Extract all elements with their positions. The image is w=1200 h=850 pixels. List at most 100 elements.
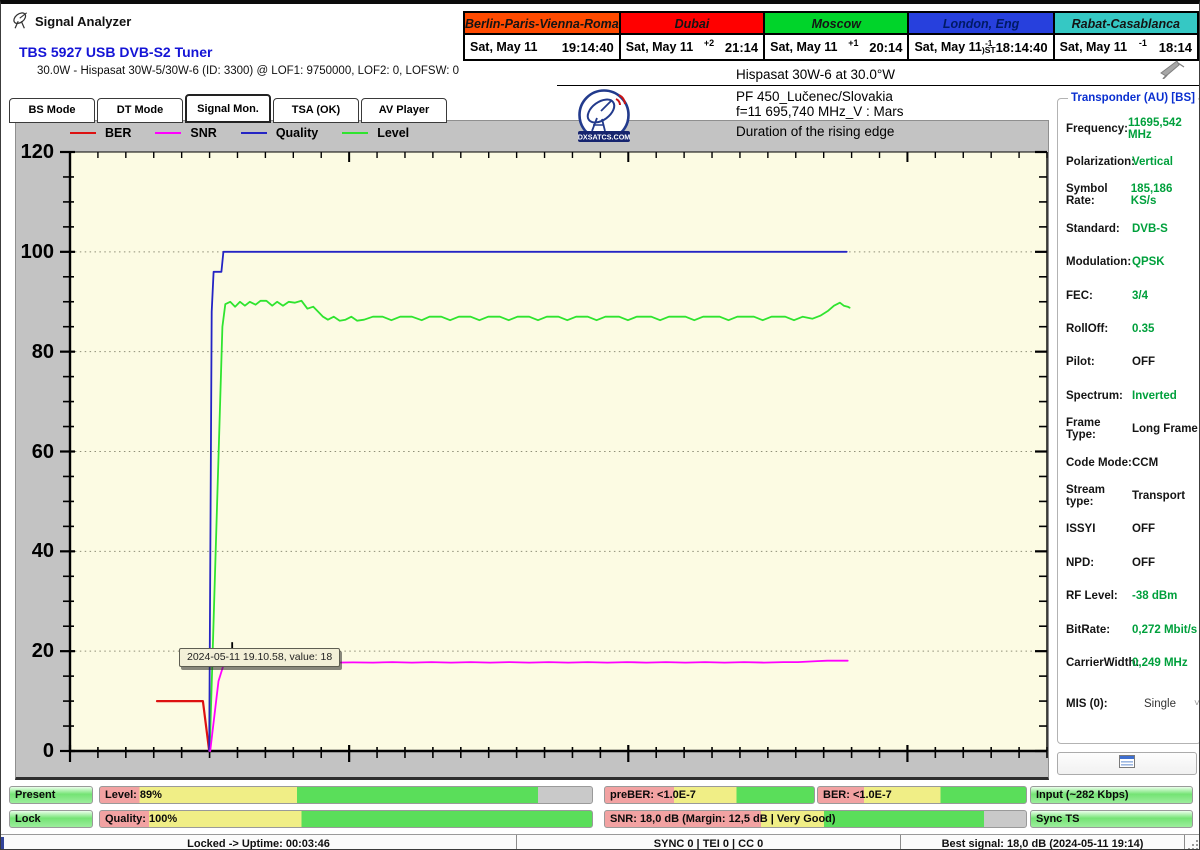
resize-grip-icon[interactable] bbox=[1185, 835, 1199, 849]
site-name: PF 450_Lučenec/Slovakia bbox=[736, 89, 893, 104]
field-value: 11695,542 MHz bbox=[1128, 116, 1182, 141]
status-bar-ber: BER: <1.0E-7 bbox=[817, 786, 1027, 804]
y-axis-tick-label: 60 bbox=[31, 440, 54, 463]
status-bar-present: Present bbox=[9, 786, 93, 804]
clock-city-label: Dubai bbox=[620, 13, 764, 35]
window-edge-mark bbox=[1, 837, 4, 849]
transponder-row-fec: FEC: 3/4 bbox=[1066, 279, 1199, 312]
clock-offset: -1 bbox=[1138, 38, 1147, 48]
clock-hhmm: 21:14 bbox=[724, 39, 759, 55]
field-value: 0,249 MHz bbox=[1132, 656, 1188, 669]
clock-hhmm: 19:14:40 bbox=[561, 39, 614, 55]
transponder-row-npd: NPD: OFF bbox=[1066, 546, 1199, 579]
legend-item-snr: SNR bbox=[155, 126, 217, 140]
tab-dt-mode[interactable]: DT Mode bbox=[97, 98, 183, 123]
legend-color-dash bbox=[70, 132, 96, 134]
chart-annotation: Duration of the rising edge bbox=[736, 124, 895, 139]
transponder-row-bitrate: BitRate: 0,272 Mbit/s bbox=[1066, 613, 1199, 646]
legend-color-dash bbox=[342, 132, 369, 134]
chart-legend: BER SNR Quality Level bbox=[70, 126, 409, 140]
clock-berlin-paris-vienna-roma: Berlin-Paris-Vienna-Roma Sat, May 11 19:14… bbox=[465, 13, 621, 59]
clock-hhmm: 20:14 bbox=[869, 39, 903, 55]
transponder-row-symbol-rate: Symbol Rate: 185,186 KS/s bbox=[1066, 179, 1199, 212]
tab-signal-mon[interactable]: Signal Mon. bbox=[185, 94, 271, 123]
transponder-row-stream-type: Stream type: Transport bbox=[1066, 479, 1199, 512]
status-bar-sync-ts: Sync TS bbox=[1030, 810, 1193, 828]
clock-offset: -1)ST bbox=[981, 35, 996, 55]
status-best-signal: Best signal: 18,0 dB (2024-05-11 19:14) bbox=[901, 835, 1185, 849]
clock-city-label: Berlin-Paris-Vienna-Roma bbox=[465, 13, 619, 35]
status-bar-level: Level: 89% bbox=[99, 786, 593, 804]
transponder-row-rf-level: RF Level: -38 dBm bbox=[1066, 579, 1199, 612]
signal-monitor-chart: BER SNR Quality Level Duration of the risin… bbox=[15, 120, 1049, 780]
series-snr bbox=[209, 658, 849, 752]
y-axis-tick-label: 40 bbox=[31, 540, 54, 563]
tab-tsa-ok[interactable]: TSA (OK) bbox=[273, 98, 359, 123]
clock-city-label: London, Eng bbox=[909, 13, 1053, 35]
dxsatcs-logo: DXSATCS.COM bbox=[574, 89, 634, 147]
mode-tabs: BS Mode DT Mode Signal Mon. TSA (OK) AV Play… bbox=[9, 94, 449, 123]
series-ber bbox=[155, 699, 211, 753]
tab-bs-mode[interactable]: BS Mode bbox=[9, 98, 95, 123]
y-axis-tick-label: 100 bbox=[20, 240, 54, 263]
field-label: NPD: bbox=[1066, 556, 1095, 569]
legend-label: Quality bbox=[275, 126, 319, 140]
tuner-subtitle: 30.0W - Hispasat 30W-5/30W-6 (ID: 3300) … bbox=[37, 65, 460, 77]
status-bar-lock: Lock bbox=[9, 810, 93, 828]
field-label: BitRate: bbox=[1066, 623, 1111, 636]
field-label: Code Mode: bbox=[1066, 456, 1132, 469]
tab-av-player[interactable]: AV Player bbox=[361, 98, 447, 123]
field-label: RollOff: bbox=[1066, 323, 1109, 336]
status-uptime: Locked -> Uptime: 00:03:46 bbox=[1, 835, 517, 849]
clock-offset: +1 bbox=[848, 38, 859, 48]
field-label: RF Level: bbox=[1066, 590, 1118, 603]
small-dish-icon bbox=[1159, 59, 1185, 84]
field-label: CarrierWidth: bbox=[1066, 656, 1140, 669]
legend-color-dash bbox=[240, 132, 267, 134]
clock-time: Sat, May 11 -1)ST 18:14:40 bbox=[909, 35, 1053, 59]
mis-select-row[interactable]: MIS (0): Single ˅ bbox=[1066, 689, 1199, 719]
legend-item-level: Level bbox=[342, 126, 409, 140]
clock-rabat-casablanca: Rabat-Casablanca Sat, May 11 -1 18:14 bbox=[1054, 13, 1197, 59]
series-level bbox=[208, 299, 851, 752]
legend-item-ber: BER bbox=[70, 126, 131, 140]
series-quality bbox=[208, 250, 848, 752]
transponder-row-pilot: Pilot: OFF bbox=[1066, 346, 1199, 379]
field-value: OFF bbox=[1132, 356, 1155, 369]
chevron-down-icon[interactable]: ˅ bbox=[1194, 698, 1199, 709]
mis-value[interactable]: Single bbox=[1144, 698, 1176, 710]
clock-hhmm: 18:14 bbox=[1158, 39, 1192, 55]
transponder-row-rolloff: RollOff: 0.35 bbox=[1066, 312, 1199, 345]
clock-dst-text: )ST bbox=[981, 45, 996, 55]
transponder-row-frame-type: Frame Type: Long Frame bbox=[1066, 413, 1199, 446]
field-label: Modulation: bbox=[1066, 256, 1132, 269]
tuner-title: TBS 5927 USB DVB-S2 Tuner bbox=[19, 44, 213, 60]
field-value: OFF bbox=[1132, 523, 1155, 536]
indicator-bars-row-1: Present Level: 89% preBER: <1.0E-7 BER: <1.… bbox=[1, 786, 1199, 804]
list-icon bbox=[1119, 754, 1135, 773]
transponder-panel-title: Transponder (AU) [BS] bbox=[1071, 92, 1195, 104]
field-label: FEC: bbox=[1066, 289, 1093, 302]
clock-dst-badge: -1)ST bbox=[981, 40, 996, 55]
field-label: Polarization: bbox=[1066, 156, 1136, 169]
clock-dubai: Dubai Sat, May 11 +2 21:14 bbox=[620, 13, 766, 59]
clock-offset: +2 bbox=[703, 38, 715, 48]
field-label: Standard: bbox=[1066, 222, 1120, 235]
clock-hhmm: 18:14:40 bbox=[995, 39, 1048, 55]
status-bar-snr: SNR: 18,0 dB (Margin: 12,5 dB | Very Goo… bbox=[604, 810, 1027, 828]
field-value: 0.35 bbox=[1132, 323, 1155, 336]
clock-date: Sat, May 11 bbox=[914, 40, 982, 54]
field-value: -38 dBm bbox=[1132, 590, 1178, 603]
signal-analyzer-window: Signal Analyzer Berlin-Paris-Vienna-Roma… bbox=[0, 0, 1200, 850]
field-label: ISSYI bbox=[1066, 523, 1096, 536]
legend-item-quality: Quality bbox=[240, 126, 319, 140]
transponder-list-button[interactable] bbox=[1057, 752, 1197, 775]
clock-date: Sat, May 11 bbox=[770, 40, 838, 54]
field-value: Transport bbox=[1132, 489, 1186, 502]
satellite-name: Hispasat 30W-6 at 30.0°W bbox=[736, 67, 895, 82]
clock-date: Sat, May 11 bbox=[625, 40, 694, 54]
status-bar: Locked -> Uptime: 00:03:46 SYNC 0 | TEI … bbox=[1, 834, 1199, 849]
y-axis-tick-label: 20 bbox=[31, 640, 54, 663]
field-value: OFF bbox=[1132, 556, 1155, 569]
status-bar-input-282-kbps: Input (~282 Kbps) bbox=[1030, 786, 1193, 804]
